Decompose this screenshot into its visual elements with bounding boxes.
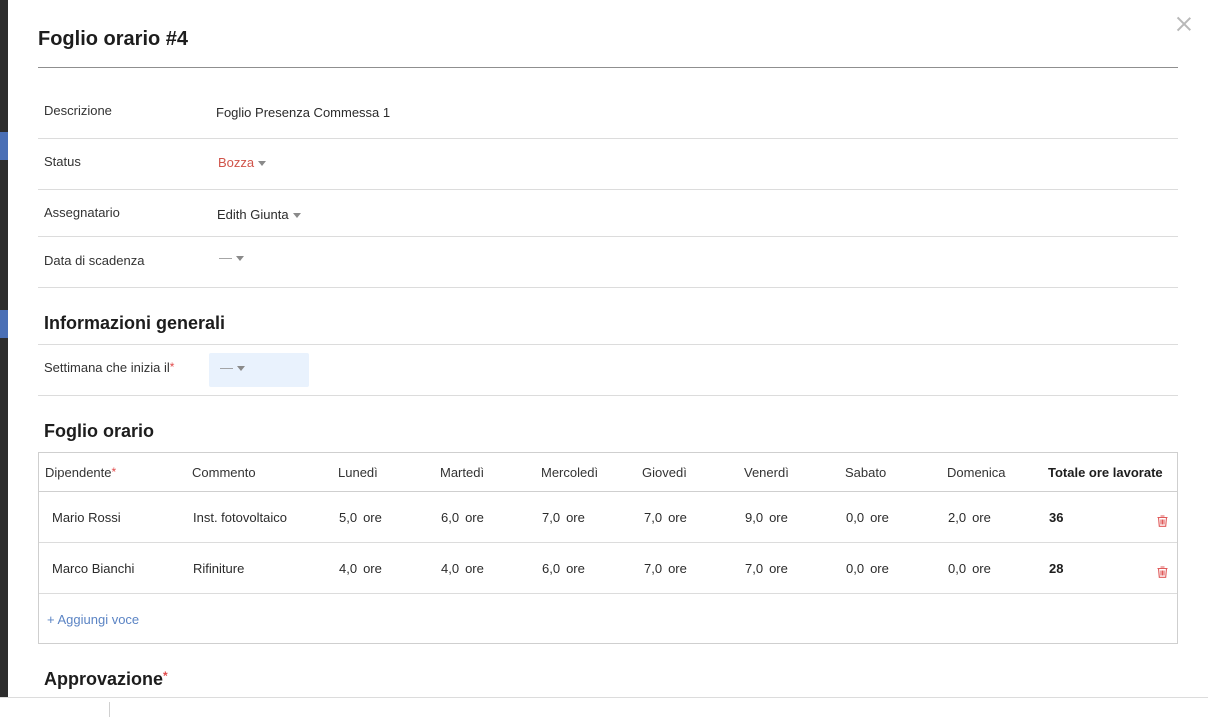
trash-icon[interactable]: [1157, 566, 1168, 578]
timesheet-modal: Foglio orario #4 Descrizione Foglio Pres…: [8, 0, 1208, 698]
table-row: Mario Rossi Inst. fotovoltaico 5,0 ore 6,…: [39, 492, 1177, 543]
week-start-value: —: [220, 360, 233, 375]
description-label: Descrizione: [44, 103, 112, 118]
caret-down-icon: [236, 256, 244, 262]
hours-cell-thursday[interactable]: 7,0 ore: [644, 561, 687, 576]
footer-bar: [0, 697, 1208, 719]
hours-cell-wednesday[interactable]: 6,0 ore: [542, 561, 585, 576]
status-dropdown[interactable]: Bozza: [218, 155, 267, 170]
title-divider: [38, 67, 1178, 68]
column-header-total: Totale ore lavorate: [1048, 465, 1163, 480]
approval-heading: Approvazione*: [44, 669, 168, 689]
hours-cell-tuesday[interactable]: 4,0 ore: [441, 561, 484, 576]
total-hours-cell: 36: [1049, 510, 1064, 525]
add-entry-link[interactable]: + Aggiungi voce: [47, 612, 139, 627]
hours-cell-monday[interactable]: 5,0 ore: [339, 510, 382, 525]
total-hours-cell: 28: [1049, 561, 1064, 576]
table-header: Dipendente* Commento Lunedì Martedì Merc…: [39, 453, 1177, 492]
assignee-dropdown[interactable]: Edith Giunta: [217, 207, 301, 222]
due-date-dropdown[interactable]: —: [219, 250, 244, 265]
due-date-label: Data di scadenza: [44, 253, 145, 268]
status-label: Status: [44, 154, 81, 169]
employee-cell[interactable]: Mario Rossi: [52, 510, 121, 525]
background-page-strip: [0, 0, 8, 698]
due-date-row: Data di scadenza —: [38, 237, 1178, 288]
status-value: Bozza: [218, 155, 255, 170]
required-mark: *: [163, 669, 168, 683]
column-header-employee: Dipendente*: [45, 465, 117, 480]
hours-cell-friday[interactable]: 9,0 ore: [745, 510, 788, 525]
hours-cell-wednesday[interactable]: 7,0 ore: [542, 510, 585, 525]
column-header-tuesday: Martedì: [440, 465, 485, 480]
required-mark: *: [169, 360, 175, 374]
column-header-saturday: Sabato: [845, 465, 887, 480]
column-header-sunday: Domenica: [947, 465, 1006, 480]
hours-cell-monday[interactable]: 4,0 ore: [339, 561, 382, 576]
column-header-wednesday: Mercoledì: [541, 465, 599, 480]
employee-cell[interactable]: Marco Bianchi: [52, 561, 134, 576]
caret-down-icon: [258, 161, 267, 167]
comment-cell[interactable]: Inst. fotovoltaico: [193, 510, 287, 525]
assignee-value: Edith Giunta: [217, 207, 289, 222]
comment-cell[interactable]: Rifiniture: [193, 561, 244, 576]
required-mark: *: [111, 465, 117, 479]
table-row: Marco Bianchi Rifiniture 4,0 ore 4,0 ore 6…: [39, 543, 1177, 594]
column-header-monday: Lunedì: [338, 465, 378, 480]
status-row: Status Bozza: [38, 139, 1178, 190]
week-start-dropdown[interactable]: —: [220, 360, 245, 375]
hours-cell-saturday[interactable]: 0,0 ore: [846, 510, 889, 525]
hours-cell-friday[interactable]: 7,0 ore: [745, 561, 788, 576]
general-info-heading: Informazioni generali: [44, 313, 226, 333]
footer-divider: [109, 702, 110, 717]
background-accent-mark: [0, 132, 8, 160]
assignee-row: Assegnatario Edith Giunta: [38, 190, 1178, 237]
column-header-friday: Venerdì: [744, 465, 789, 480]
timesheet-table: Dipendente* Commento Lunedì Martedì Merc…: [38, 452, 1178, 644]
assignee-label: Assegnatario: [44, 205, 120, 220]
background-accent-mark: [0, 310, 8, 338]
close-icon[interactable]: [1174, 14, 1194, 34]
timesheet-heading: Foglio orario: [44, 421, 154, 441]
week-label: Settimana che inizia il*: [44, 360, 175, 375]
hours-cell-thursday[interactable]: 7,0 ore: [644, 510, 687, 525]
trash-icon[interactable]: [1157, 515, 1168, 527]
hours-cell-tuesday[interactable]: 6,0 ore: [441, 510, 484, 525]
description-field[interactable]: Foglio Presenza Commessa 1: [216, 105, 390, 120]
modal-title: Foglio orario #4: [38, 28, 189, 50]
hours-cell-sunday[interactable]: 0,0 ore: [948, 561, 991, 576]
column-header-comment: Commento: [192, 465, 256, 480]
hours-cell-sunday[interactable]: 2,0 ore: [948, 510, 991, 525]
caret-down-icon: [292, 213, 301, 219]
column-header-thursday: Giovedì: [642, 465, 687, 480]
caret-down-icon: [237, 366, 245, 372]
week-start-input[interactable]: —: [209, 353, 309, 387]
description-row: Descrizione Foglio Presenza Commessa 1: [38, 88, 1178, 139]
due-date-value: —: [219, 250, 232, 265]
hours-cell-saturday[interactable]: 0,0 ore: [846, 561, 889, 576]
